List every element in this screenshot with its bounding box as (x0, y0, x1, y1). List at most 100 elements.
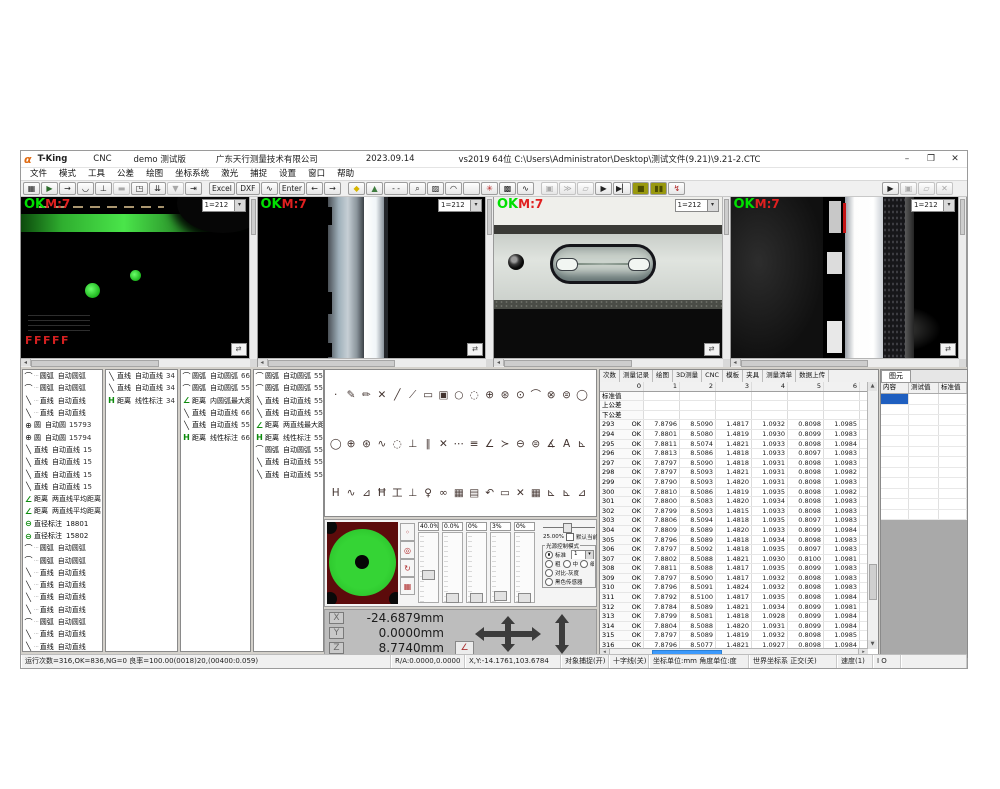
result-row[interactable]: 315OK7.87978.50891.48191.09320.80981.098… (600, 631, 868, 641)
tool-circle-scan2-icon[interactable]: ⊛ (497, 387, 512, 403)
toolbar-drop-button[interactable]: ▼ (167, 182, 184, 195)
scroll-up-icon[interactable]: ▲ (868, 382, 877, 391)
element-row[interactable] (881, 510, 967, 521)
tool-parallel-icon[interactable]: ∥ (420, 436, 435, 452)
result-row[interactable]: 304OK7.88098.50891.48201.09330.80991.098… (600, 526, 868, 536)
toolbar-image-button[interactable]: ▲ (366, 182, 383, 195)
result-row[interactable]: 306OK7.87978.50921.48181.09350.80971.098… (600, 545, 868, 555)
camera-view-1[interactable]: OKM:7 FFFFF 1=212 ▾ ⇄ ◂ (21, 197, 258, 367)
view-vscrollbar[interactable] (249, 197, 257, 359)
tolerance-row[interactable]: 上公差 (600, 401, 868, 411)
toolbar-goto-button[interactable]: → (59, 182, 76, 195)
measure-item[interactable]: ⌒圆弧自动圆弧55 (254, 444, 323, 456)
scroll-left-icon[interactable]: ◂ (494, 359, 504, 366)
result-row[interactable]: 302OK7.87998.50931.48151.09330.80981.098… (600, 507, 868, 517)
grid-light-button[interactable]: ▦ (400, 577, 415, 595)
toolbar-stage-drop-button[interactable]: ◳ (131, 182, 148, 195)
measure-item[interactable]: ⊕圆自动圆15793 (23, 419, 102, 431)
view-hscrollbar[interactable]: ◂ (731, 358, 960, 367)
measure-item[interactable]: ⌒圆弧自动圆弧55 (254, 382, 323, 394)
brightness-slider[interactable] (543, 523, 595, 532)
measure-item[interactable]: ╲···直线自动直线 (23, 641, 102, 652)
toolbar-hatch-button[interactable]: ▨ (427, 182, 444, 195)
close-button[interactable]: ✕ (943, 152, 967, 167)
measure-item[interactable]: ⌒···圆弧自动圆弧 (23, 554, 102, 566)
tool-concentric-icon[interactable]: ⊜ (528, 436, 543, 452)
tool-dim-perp-icon[interactable]: ⊥ (405, 485, 420, 501)
camera-view-2[interactable]: OKM:7 1=212 ▾ ⇄ ◂ (258, 197, 495, 367)
ring-light-center[interactable] (355, 555, 369, 569)
measure-item[interactable]: ╲直线自动直线15 (23, 468, 102, 480)
tool-pick-edge-auto-icon[interactable]: ✏ (359, 387, 374, 403)
measure-item[interactable]: ⊖直径标注18801 (23, 518, 102, 530)
toolbar-blank2-button[interactable] (463, 182, 480, 195)
result-row[interactable]: 300OK7.88108.50861.48191.09350.80981.098… (600, 488, 868, 498)
tool-line-icon[interactable]: ╱ (390, 387, 405, 403)
tool-cross-lines-icon[interactable]: ✕ (374, 387, 389, 403)
scroll-down-icon[interactable]: ▼ (868, 640, 877, 649)
menu-item-8[interactable]: 捕捉 (244, 168, 273, 180)
view-vscrollbar[interactable] (722, 197, 730, 359)
result-row[interactable]: 309OK7.87978.50901.48171.09320.80981.098… (600, 574, 868, 584)
measure-item[interactable]: ╲直线自动直线55 (254, 456, 323, 468)
table-tab-9[interactable]: 数据上传 (796, 370, 829, 382)
measure-item[interactable]: ╲···直线自动直线 (23, 591, 102, 603)
slider-thumb[interactable] (422, 570, 435, 580)
result-row[interactable]: 308OK7.88118.50881.48171.09350.80991.098… (600, 564, 868, 574)
measure-item[interactable]: ⌒···圆弧自动圆弧 (23, 616, 102, 628)
xy-jog-arrows-icon[interactable] (475, 616, 541, 652)
element-row[interactable] (881, 468, 967, 479)
light-slider-1[interactable]: 40.0% (418, 522, 439, 603)
measure-item[interactable]: H距离线性标注66 (181, 431, 250, 443)
tool-wave-curve-icon[interactable]: ∿ (374, 436, 389, 452)
standard-radio[interactable] (545, 551, 553, 559)
scroll-left-icon[interactable]: ◂ (731, 359, 741, 366)
tool-undo-icon[interactable]: ↶ (482, 485, 497, 501)
tool-angle-measure-icon[interactable]: ∡ (543, 436, 558, 452)
tolerance-row[interactable]: 标准值 (600, 392, 868, 402)
table-tab-2[interactable]: 测量记录 (620, 370, 653, 382)
result-row[interactable]: 293OK7.87968.50901.48171.09320.80981.098… (600, 420, 868, 430)
tab-elements[interactable]: 图元 (881, 370, 911, 382)
tool-rect-scan-icon[interactable]: ▣ (436, 387, 451, 403)
level-combobox[interactable]: 1 ▾ (571, 550, 594, 559)
tool-ellipse2-icon[interactable]: ◯ (328, 436, 343, 452)
tool-dim-linear-icon[interactable]: Ħ (374, 485, 389, 501)
table-vscrollbar[interactable]: ▲ ▼ (867, 382, 878, 649)
toolbar-enter-button[interactable]: Enter (279, 182, 305, 195)
ring-light-button[interactable]: ◦ (400, 523, 415, 541)
z-jog-arrows-icon[interactable] (553, 614, 571, 654)
slider-track[interactable] (514, 532, 535, 603)
tool-delete-icon[interactable]: ✕ (513, 485, 528, 501)
coaxial-light-button[interactable]: ◎ (400, 541, 415, 559)
menu-item-11[interactable]: 帮助 (331, 168, 360, 180)
toolbar-run-fast-button[interactable]: ↯ (668, 182, 685, 195)
slider-track[interactable] (490, 532, 511, 603)
chevron-down-icon[interactable]: ▾ (943, 200, 954, 211)
scroll-left-icon[interactable]: ◂ (258, 359, 268, 366)
element-row[interactable] (881, 478, 967, 489)
tool-circle-distance-icon[interactable]: ⊖ (513, 436, 528, 452)
result-row[interactable]: 314OK7.88048.50881.48201.09310.80991.098… (600, 622, 868, 632)
fine-radio[interactable] (580, 560, 588, 568)
measure-item[interactable]: ⊕圆自动圆15794 (23, 431, 102, 443)
tool-point-set-icon[interactable]: ⋯ (451, 436, 466, 452)
toolbar-program-grid-button[interactable]: ▦ (23, 182, 40, 195)
measure-item[interactable]: ╲直线自动直线55 (254, 395, 323, 407)
sensor-radio[interactable] (545, 578, 553, 586)
tool-circle-icon[interactable]: ○ (451, 387, 466, 403)
camera-view-4[interactable]: OKM:7 1=212 ▾ ⇄ ◂ (731, 197, 968, 367)
tool-angle-icon[interactable]: ∠ (482, 436, 497, 452)
chevron-down-icon[interactable]: ▾ (585, 551, 593, 559)
view-vscrollbar[interactable] (958, 197, 966, 359)
menu-item-5[interactable]: 绘图 (140, 168, 169, 180)
zoom-scale-dropdown[interactable]: 1=212 ▾ (675, 199, 719, 212)
measure-item[interactable]: ╲直线自动直线15 (23, 456, 102, 468)
measure-item[interactable]: ╲直线自动直线34 (106, 370, 177, 382)
measure-item[interactable]: ∠距离内圆弧最大距 (181, 395, 250, 407)
toolbar-star-mark-button[interactable]: ✳ (481, 182, 498, 195)
toolbar-profile-button[interactable]: ◠ (445, 182, 462, 195)
tool-dim-horizontal-icon[interactable]: H (328, 485, 343, 501)
camera-view-3-selected[interactable]: OKM:7 1=212 ▾ ⇄ ◂ (494, 197, 731, 367)
tool-circle-ring-icon[interactable]: ⊜ (559, 387, 574, 403)
